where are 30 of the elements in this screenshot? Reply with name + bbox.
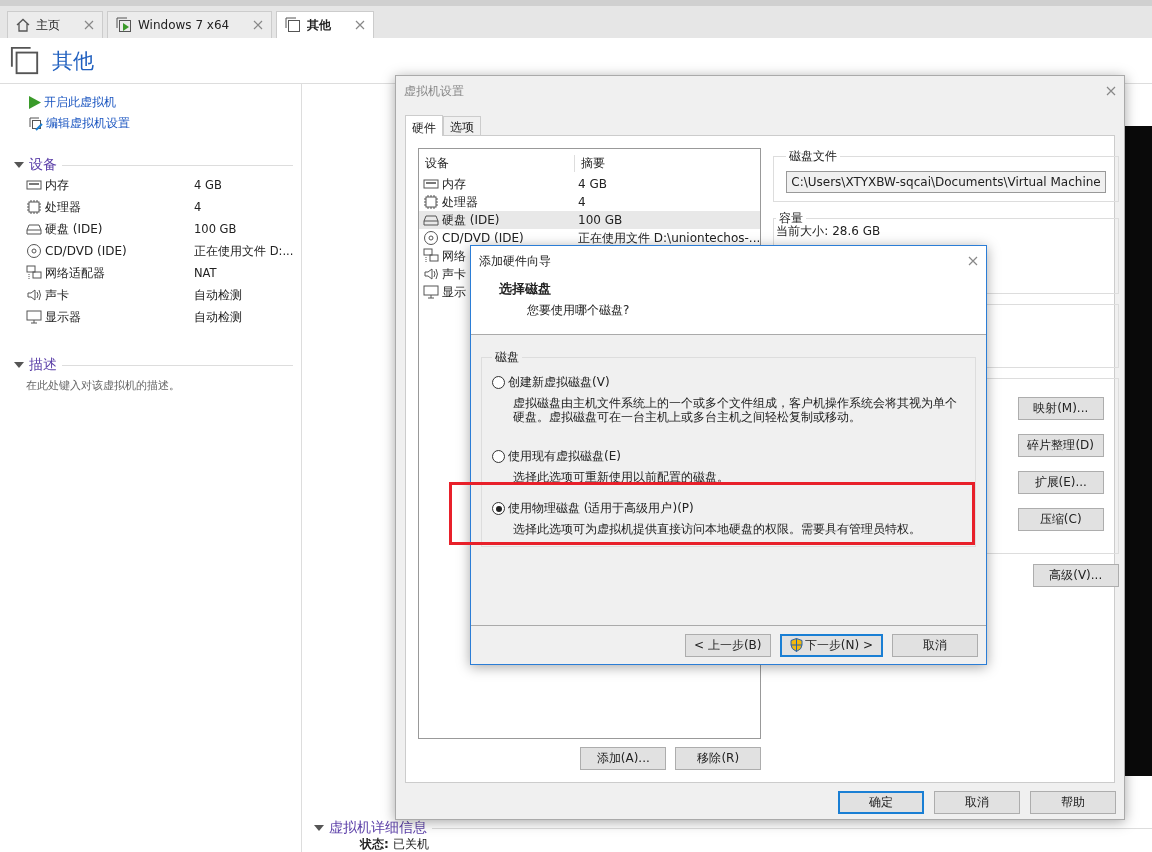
option-description: 选择此选项可重新使用以前配置的磁盘。 xyxy=(513,470,730,484)
option-description: 选择此选项可为虚拟机提供直接访问本地硬盘的权限。需要具有管理员特权。 xyxy=(513,522,922,536)
device-summary: 自动检测 xyxy=(194,309,243,325)
section-title: 描述 xyxy=(29,356,57,374)
wizard-subheading: 您要使用哪个磁盘? xyxy=(527,302,631,319)
device-summary: 4 GB xyxy=(194,178,223,192)
page-title: 其他 xyxy=(52,47,94,75)
device-name: 硬盘 (IDE) xyxy=(45,220,103,238)
section-title: 设备 xyxy=(29,156,57,174)
dialog-title: 添加硬件向导 xyxy=(479,252,551,270)
device-name: 网络适配器 xyxy=(45,264,105,282)
group-title: 磁盘 xyxy=(494,349,520,366)
current-size: 当前大小: 28.6 GB xyxy=(776,224,881,238)
device-summary: 100 GB xyxy=(194,222,238,236)
device-summary: 正在使用文件 D:... xyxy=(194,243,295,259)
device-summary: 自动检测 xyxy=(194,287,243,303)
device-summary: NAT xyxy=(194,266,218,280)
device-name: 处理器 xyxy=(45,198,81,216)
device-summary: 4 xyxy=(194,200,203,214)
group-title: 容量 xyxy=(778,212,805,225)
status-text: 状态: 已关机 xyxy=(360,837,430,851)
wizard-heading: 选择磁盘 xyxy=(499,280,552,298)
device-name: CD/DVD (IDE) xyxy=(45,244,127,258)
dialog-title: 虚拟机设置 xyxy=(404,82,464,100)
section-title: 虚拟机详细信息 xyxy=(329,819,427,837)
option-description: 虚拟磁盘由主机文件系统上的一个或多个文件组成，客户机操作系统会将其视为单个硬盘。虚拟磁盘可在一台主机上或多台主机之间轻松复制或移动。 xyxy=(513,396,958,424)
device-name: 显示器 xyxy=(45,308,81,326)
device-name: 声卡 xyxy=(45,286,69,304)
group-title: 磁盘文件 xyxy=(788,148,839,165)
device-name: 内存 xyxy=(45,176,69,194)
